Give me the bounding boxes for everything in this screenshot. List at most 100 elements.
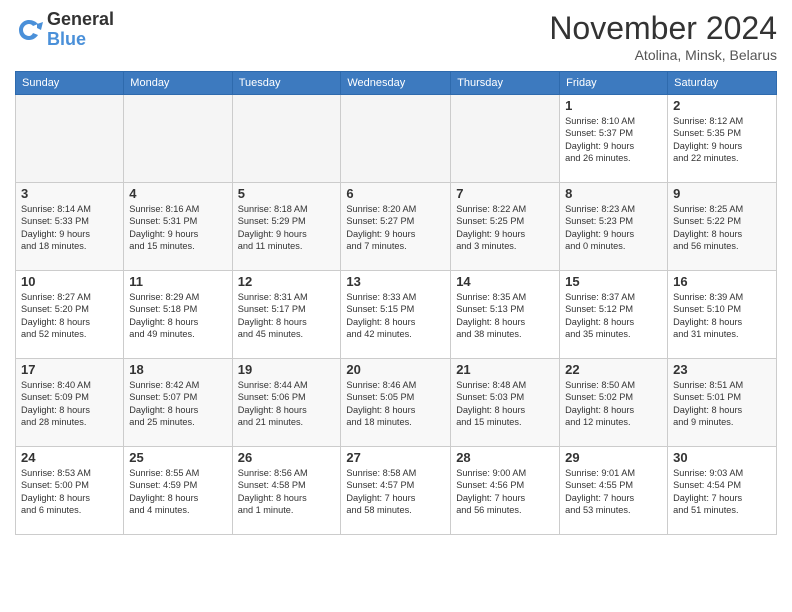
day-info: Sunrise: 8:25 AM Sunset: 5:22 PM Dayligh… [673,203,771,253]
day-info: Sunrise: 8:37 AM Sunset: 5:12 PM Dayligh… [565,291,662,341]
day-info: Sunrise: 8:23 AM Sunset: 5:23 PM Dayligh… [565,203,662,253]
day-number: 16 [673,274,771,289]
day-info: Sunrise: 8:58 AM Sunset: 4:57 PM Dayligh… [346,467,445,517]
day-number: 8 [565,186,662,201]
day-number: 29 [565,450,662,465]
day-info: Sunrise: 8:39 AM Sunset: 5:10 PM Dayligh… [673,291,771,341]
day-info: Sunrise: 8:16 AM Sunset: 5:31 PM Dayligh… [129,203,226,253]
day-number: 5 [238,186,336,201]
table-row [341,95,451,183]
table-row: 8 Sunrise: 8:23 AM Sunset: 5:23 PM Daylig… [560,183,668,271]
day-number: 21 [456,362,554,377]
day-info: Sunrise: 8:22 AM Sunset: 5:25 PM Dayligh… [456,203,554,253]
table-row: 2Sunrise: 8:12 AM Sunset: 5:35 PM Daylig… [668,95,777,183]
day-number: 26 [238,450,336,465]
month-title: November 2024 [549,10,777,47]
table-row [232,95,341,183]
table-row: 19Sunrise: 8:44 AM Sunset: 5:06 PM Dayli… [232,359,341,447]
calendar-week-1: 1 Sunrise: 8:10 AM Sunset: 5:37 PM Daylig… [16,95,777,183]
col-friday: Friday [560,72,668,95]
title-block: November 2024 Atolina, Minsk, Belarus [549,10,777,63]
day-number: 30 [673,450,771,465]
calendar-week-3: 10Sunrise: 8:27 AM Sunset: 5:20 PM Dayli… [16,271,777,359]
table-row: 22Sunrise: 8:50 AM Sunset: 5:02 PM Dayli… [560,359,668,447]
day-number: 25 [129,450,226,465]
table-row: 14Sunrise: 8:35 AM Sunset: 5:13 PM Dayli… [451,271,560,359]
day-info: Sunrise: 8:44 AM Sunset: 5:06 PM Dayligh… [238,379,336,429]
table-row: 18 Sunrise: 8:42 AM Sunset: 5:07 PM Dayli… [124,359,232,447]
day-info: Sunrise: 9:00 AM Sunset: 4:56 PM Dayligh… [456,467,554,517]
col-tuesday: Tuesday [232,72,341,95]
table-row: 1 Sunrise: 8:10 AM Sunset: 5:37 PM Daylig… [560,95,668,183]
table-row: 17 Sunrise: 8:40 AM Sunset: 5:09 PM Dayli… [16,359,124,447]
table-row: 9 Sunrise: 8:25 AM Sunset: 5:22 PM Daylig… [668,183,777,271]
day-info: Sunrise: 8:46 AM Sunset: 5:05 PM Dayligh… [346,379,445,429]
table-row: 29 Sunrise: 9:01 AM Sunset: 4:55 PM Dayli… [560,447,668,535]
day-info: Sunrise: 8:14 AM Sunset: 5:33 PM Dayligh… [21,203,118,253]
table-row: 13Sunrise: 8:33 AM Sunset: 5:15 PM Dayli… [341,271,451,359]
day-number: 15 [565,274,662,289]
day-info: Sunrise: 8:40 AM Sunset: 5:09 PM Dayligh… [21,379,118,429]
col-saturday: Saturday [668,72,777,95]
table-row: 25 Sunrise: 8:55 AM Sunset: 4:59 PM Dayli… [124,447,232,535]
table-row: 4 Sunrise: 8:16 AM Sunset: 5:31 PM Daylig… [124,183,232,271]
table-row: 3 Sunrise: 8:14 AM Sunset: 5:33 PM Daylig… [16,183,124,271]
table-row: 6 Sunrise: 8:20 AM Sunset: 5:27 PM Daylig… [341,183,451,271]
table-row: 5Sunrise: 8:18 AM Sunset: 5:29 PM Daylig… [232,183,341,271]
table-row: 30Sunrise: 9:03 AM Sunset: 4:54 PM Dayli… [668,447,777,535]
table-row: 21 Sunrise: 8:48 AM Sunset: 5:03 PM Dayli… [451,359,560,447]
day-info: Sunrise: 8:48 AM Sunset: 5:03 PM Dayligh… [456,379,554,429]
day-number: 1 [565,98,662,113]
table-row: 15 Sunrise: 8:37 AM Sunset: 5:12 PM Dayli… [560,271,668,359]
table-row: 24Sunrise: 8:53 AM Sunset: 5:00 PM Dayli… [16,447,124,535]
table-row: 28 Sunrise: 9:00 AM Sunset: 4:56 PM Dayli… [451,447,560,535]
day-number: 7 [456,186,554,201]
table-row [124,95,232,183]
header-row: Sunday Monday Tuesday Wednesday Thursday… [16,72,777,95]
day-info: Sunrise: 8:55 AM Sunset: 4:59 PM Dayligh… [129,467,226,517]
day-number: 4 [129,186,226,201]
day-number: 22 [565,362,662,377]
day-number: 3 [21,186,118,201]
calendar-week-4: 17 Sunrise: 8:40 AM Sunset: 5:09 PM Dayli… [16,359,777,447]
day-number: 17 [21,362,118,377]
calendar-week-5: 24Sunrise: 8:53 AM Sunset: 5:00 PM Dayli… [16,447,777,535]
day-number: 23 [673,362,771,377]
table-row: 11 Sunrise: 8:29 AM Sunset: 5:18 PM Dayli… [124,271,232,359]
day-number: 10 [21,274,118,289]
day-number: 13 [346,274,445,289]
day-number: 28 [456,450,554,465]
day-info: Sunrise: 9:01 AM Sunset: 4:55 PM Dayligh… [565,467,662,517]
location-subtitle: Atolina, Minsk, Belarus [549,47,777,63]
table-row: 16 Sunrise: 8:39 AM Sunset: 5:10 PM Dayli… [668,271,777,359]
table-row: 10Sunrise: 8:27 AM Sunset: 5:20 PM Dayli… [16,271,124,359]
col-thursday: Thursday [451,72,560,95]
logo-icon [15,16,43,44]
day-number: 24 [21,450,118,465]
table-row: 12 Sunrise: 8:31 AM Sunset: 5:17 PM Dayli… [232,271,341,359]
calendar-week-2: 3 Sunrise: 8:14 AM Sunset: 5:33 PM Daylig… [16,183,777,271]
day-info: Sunrise: 8:10 AM Sunset: 5:37 PM Dayligh… [565,115,662,165]
day-info: Sunrise: 8:35 AM Sunset: 5:13 PM Dayligh… [456,291,554,341]
col-sunday: Sunday [16,72,124,95]
day-number: 9 [673,186,771,201]
day-number: 11 [129,274,226,289]
day-number: 12 [238,274,336,289]
day-info: Sunrise: 8:42 AM Sunset: 5:07 PM Dayligh… [129,379,226,429]
page: General Blue November 2024 Atolina, Mins… [0,0,792,612]
day-number: 27 [346,450,445,465]
table-row [16,95,124,183]
logo: General Blue [15,10,114,50]
day-number: 18 [129,362,226,377]
day-number: 20 [346,362,445,377]
table-row: 20 Sunrise: 8:46 AM Sunset: 5:05 PM Dayli… [341,359,451,447]
header: General Blue November 2024 Atolina, Mins… [15,10,777,63]
day-number: 6 [346,186,445,201]
day-info: Sunrise: 8:12 AM Sunset: 5:35 PM Dayligh… [673,115,771,165]
day-info: Sunrise: 8:31 AM Sunset: 5:17 PM Dayligh… [238,291,336,341]
table-row [451,95,560,183]
table-row: 7 Sunrise: 8:22 AM Sunset: 5:25 PM Daylig… [451,183,560,271]
day-info: Sunrise: 8:29 AM Sunset: 5:18 PM Dayligh… [129,291,226,341]
day-info: Sunrise: 8:56 AM Sunset: 4:58 PM Dayligh… [238,467,336,517]
day-info: Sunrise: 8:20 AM Sunset: 5:27 PM Dayligh… [346,203,445,253]
